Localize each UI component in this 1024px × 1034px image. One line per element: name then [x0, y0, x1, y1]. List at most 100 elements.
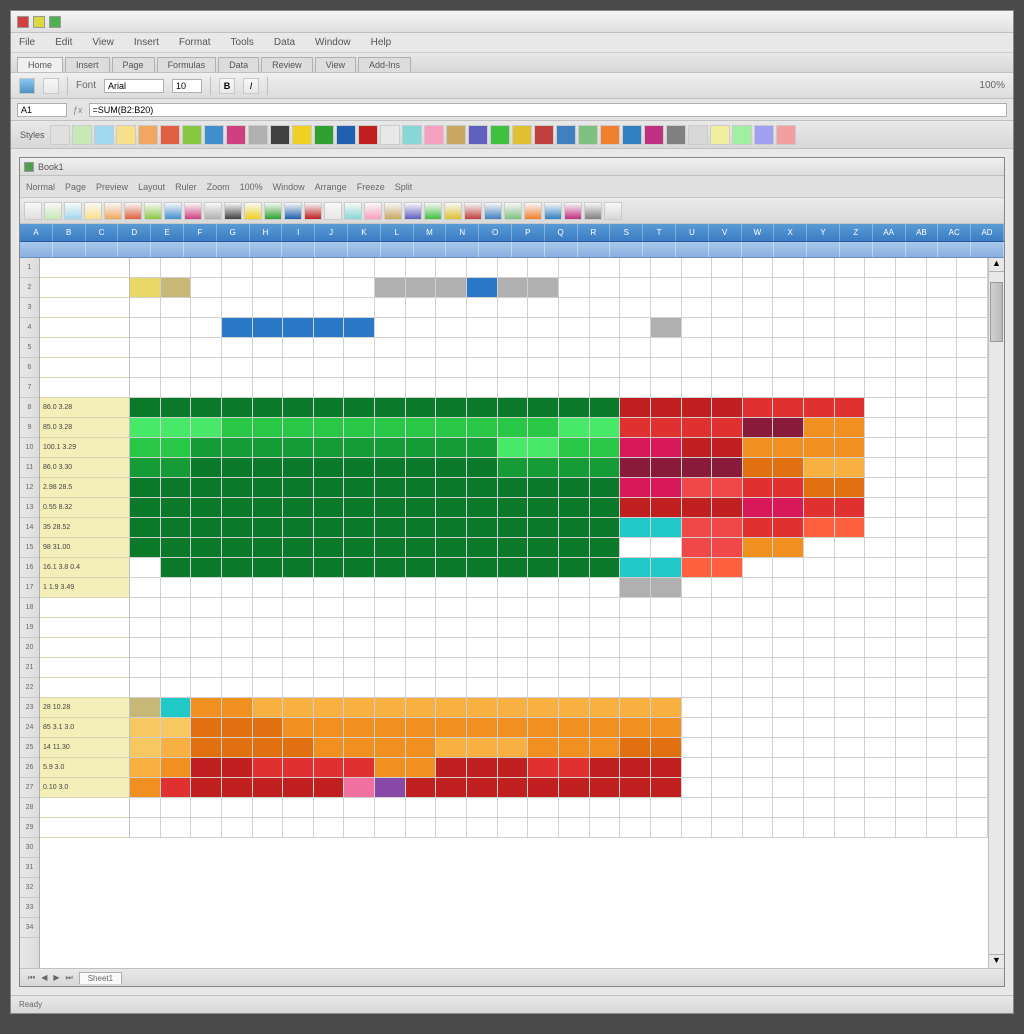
view-option-window[interactable]: Window: [273, 182, 305, 192]
cell[interactable]: [344, 738, 375, 758]
cell[interactable]: [559, 438, 590, 458]
tool-icon[interactable]: [184, 202, 202, 220]
cell[interactable]: [498, 398, 529, 418]
row-header[interactable]: 27: [20, 778, 39, 798]
cell[interactable]: [712, 518, 743, 538]
cell[interactable]: [191, 578, 222, 598]
cell[interactable]: [804, 398, 835, 418]
column-header[interactable]: Q: [545, 224, 578, 241]
cell[interactable]: [865, 678, 896, 698]
cell[interactable]: [620, 358, 651, 378]
column-header[interactable]: AD: [971, 224, 1004, 241]
cell[interactable]: [620, 338, 651, 358]
cell[interactable]: [528, 518, 559, 538]
cell[interactable]: [436, 798, 467, 818]
cell[interactable]: [865, 438, 896, 458]
cell[interactable]: [835, 678, 866, 698]
cell[interactable]: [283, 538, 314, 558]
cell[interactable]: [161, 358, 192, 378]
cell[interactable]: [743, 698, 774, 718]
cell[interactable]: [773, 638, 804, 658]
cell[interactable]: [865, 398, 896, 418]
cell[interactable]: [743, 478, 774, 498]
cell[interactable]: [253, 278, 284, 298]
cell[interactable]: [773, 598, 804, 618]
cell[interactable]: [191, 318, 222, 338]
row-header[interactable]: 4: [20, 318, 39, 338]
cell[interactable]: [712, 538, 743, 558]
cell[interactable]: [773, 478, 804, 498]
cell[interactable]: [528, 338, 559, 358]
cell[interactable]: [804, 698, 835, 718]
scroll-thumb[interactable]: [990, 282, 1003, 342]
cell[interactable]: [253, 618, 284, 638]
cell[interactable]: [528, 258, 559, 278]
cell[interactable]: [436, 458, 467, 478]
cell[interactable]: [283, 778, 314, 798]
tool-icon[interactable]: [364, 202, 382, 220]
cell[interactable]: [314, 618, 345, 638]
cell[interactable]: [467, 778, 498, 798]
cell[interactable]: [559, 558, 590, 578]
cell[interactable]: [161, 338, 192, 358]
cell[interactable]: [375, 718, 406, 738]
cell[interactable]: [436, 358, 467, 378]
cell[interactable]: [191, 498, 222, 518]
cell[interactable]: [436, 738, 467, 758]
cell[interactable]: [804, 498, 835, 518]
cell[interactable]: [283, 558, 314, 578]
cell[interactable]: [927, 518, 958, 538]
cell[interactable]: [865, 718, 896, 738]
sheet-tab[interactable]: Sheet1: [79, 972, 122, 984]
row-header[interactable]: 28: [20, 798, 39, 818]
cell[interactable]: [130, 758, 161, 778]
cell[interactable]: [406, 298, 437, 318]
cell[interactable]: [682, 338, 713, 358]
cell[interactable]: [620, 678, 651, 698]
cell[interactable]: [498, 638, 529, 658]
cell[interactable]: [375, 258, 406, 278]
cell[interactable]: [896, 498, 927, 518]
cell[interactable]: [222, 438, 253, 458]
cell[interactable]: [620, 498, 651, 518]
cell[interactable]: [651, 538, 682, 558]
tool-icon[interactable]: [484, 202, 502, 220]
cell[interactable]: [191, 358, 222, 378]
cell[interactable]: [528, 778, 559, 798]
cell[interactable]: [712, 258, 743, 278]
cell[interactable]: [375, 418, 406, 438]
cell[interactable]: [222, 398, 253, 418]
cell[interactable]: [406, 638, 437, 658]
cell[interactable]: [927, 818, 958, 838]
cell[interactable]: [712, 298, 743, 318]
cell[interactable]: [590, 338, 621, 358]
tool-icon[interactable]: [384, 202, 402, 220]
cell[interactable]: [712, 378, 743, 398]
cell[interactable]: [222, 458, 253, 478]
cell[interactable]: [528, 478, 559, 498]
cell[interactable]: [161, 438, 192, 458]
cell[interactable]: [927, 758, 958, 778]
cell[interactable]: [222, 258, 253, 278]
cell[interactable]: [590, 438, 621, 458]
cell[interactable]: [957, 418, 988, 438]
cell[interactable]: [191, 538, 222, 558]
cell[interactable]: [804, 558, 835, 578]
cell[interactable]: [559, 478, 590, 498]
cell[interactable]: [896, 798, 927, 818]
cell[interactable]: [191, 738, 222, 758]
cell[interactable]: [651, 438, 682, 458]
cell[interactable]: [559, 458, 590, 478]
sheet-nav-last-icon[interactable]: ⏭: [66, 973, 73, 983]
cell[interactable]: [835, 478, 866, 498]
cell[interactable]: [130, 398, 161, 418]
cell[interactable]: [436, 438, 467, 458]
cell[interactable]: [314, 578, 345, 598]
cell[interactable]: [283, 498, 314, 518]
cell[interactable]: [191, 558, 222, 578]
cell[interactable]: [130, 678, 161, 698]
cell[interactable]: [528, 618, 559, 638]
sheet-nav-prev-icon[interactable]: ◀: [41, 973, 47, 982]
cell[interactable]: [498, 758, 529, 778]
cell[interactable]: [253, 558, 284, 578]
